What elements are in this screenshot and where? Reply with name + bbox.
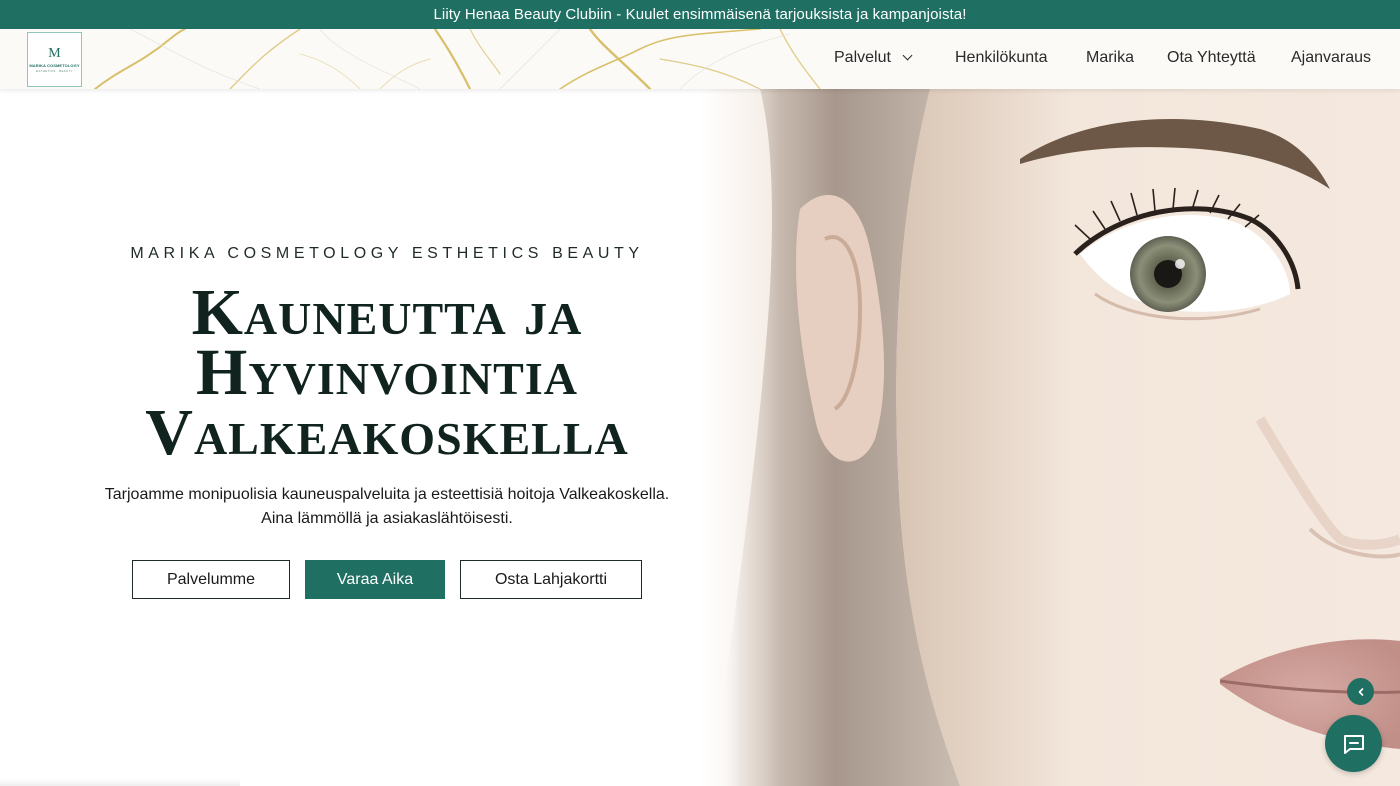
announcement-text[interactable]: Liity Henaa Beauty Clubiin - Kuulet ensi… xyxy=(433,6,966,23)
hero-eyebrow: MARIKA COSMETOLOGY ESTHETICS BEAUTY xyxy=(130,245,644,262)
logo-tagline: ESTHETICS · BEAUTY xyxy=(36,68,73,73)
nav-label[interactable]: Palvelut xyxy=(834,49,891,66)
hero-title-line: Valkeakoskella xyxy=(145,396,629,469)
nav-label[interactable]: Henkilökunta xyxy=(955,49,1048,66)
nav-item-ota-yhteytta[interactable]: Ota Yhteyttä xyxy=(1167,49,1256,67)
nav-label[interactable]: Ota Yhteyttä xyxy=(1167,49,1256,66)
services-button[interactable]: Palvelumme xyxy=(132,560,290,599)
chevron-left-icon[interactable] xyxy=(1356,687,1366,697)
logo-brand-line: MARIKA COSMETOLOGY xyxy=(29,62,80,68)
site-logo[interactable]: M MARIKA COSMETOLOGY ESTHETICS · BEAUTY xyxy=(27,32,82,87)
nav-label[interactable]: Marika xyxy=(1086,49,1134,66)
hero-face-image xyxy=(700,89,1400,786)
nav-item-marika[interactable]: Marika xyxy=(1086,49,1134,67)
bottom-shadow xyxy=(0,778,240,786)
announcement-bar[interactable]: Liity Henaa Beauty Clubiin - Kuulet ensi… xyxy=(0,0,1400,29)
chevron-down-icon[interactable] xyxy=(902,50,913,61)
hero-subtitle-line: Tarjoamme monipuolisia kauneuspalveluita… xyxy=(104,486,670,503)
nav-item-palvelut[interactable]: Palvelut xyxy=(834,49,913,67)
chat-bubble-icon[interactable] xyxy=(1341,731,1367,757)
logo-letter: M xyxy=(48,45,61,61)
face-illustration xyxy=(700,89,1400,786)
nav-item-ajanvaraus[interactable]: Ajanvaraus xyxy=(1291,49,1371,67)
nav-label[interactable]: Ajanvaraus xyxy=(1291,49,1371,66)
buy-giftcard-button[interactable]: Osta Lahjakortti xyxy=(460,560,642,599)
chat-button[interactable] xyxy=(1325,715,1382,772)
collapse-button[interactable] xyxy=(1347,678,1374,705)
book-appointment-button[interactable]: Varaa Aika xyxy=(305,560,445,599)
hero-subtitle: Tarjoamme monipuolisia kauneuspalveluita… xyxy=(37,483,737,531)
site-header: M MARIKA COSMETOLOGY ESTHETICS · BEAUTY … xyxy=(0,29,1400,89)
hero-title: Kauneutta ja Hyvinvointia Valkeakoskella xyxy=(87,280,687,466)
hero-subtitle-line: Aina lämmöllä ja asiakaslähtöisesti. xyxy=(261,510,513,527)
nav-item-henkilokunta[interactable]: Henkilökunta xyxy=(955,49,1048,67)
